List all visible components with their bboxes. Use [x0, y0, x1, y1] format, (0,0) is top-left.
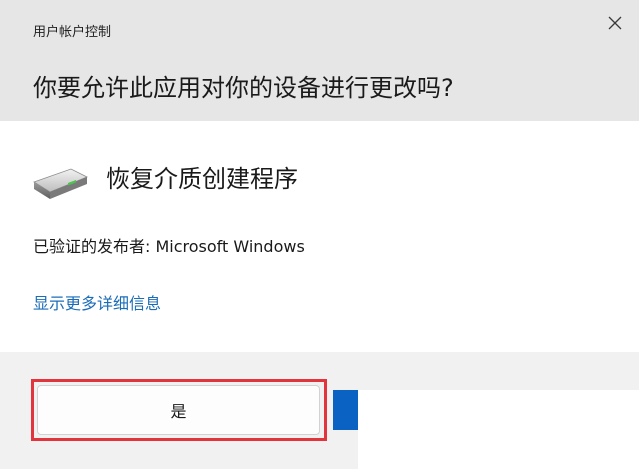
drive-icon: [31, 163, 89, 201]
close-button[interactable]: [598, 6, 632, 40]
no-button[interactable]: [333, 390, 361, 430]
consent-question: 你要允许此应用对你的设备进行更改吗?: [33, 74, 454, 102]
dialog-title: 用户帐户控制: [33, 25, 112, 40]
close-icon: [608, 16, 622, 30]
publisher-info: 已验证的发布者: Microsoft Windows: [33, 237, 305, 256]
yes-button[interactable]: 是: [37, 385, 320, 435]
cropped-area: [358, 390, 643, 469]
dialog-header: 用户帐户控制 你要允许此应用对你的设备进行更改吗?: [0, 0, 639, 121]
show-details-link[interactable]: 显示更多详细信息: [33, 293, 161, 315]
app-name: 恢复介质创建程序: [106, 165, 298, 193]
